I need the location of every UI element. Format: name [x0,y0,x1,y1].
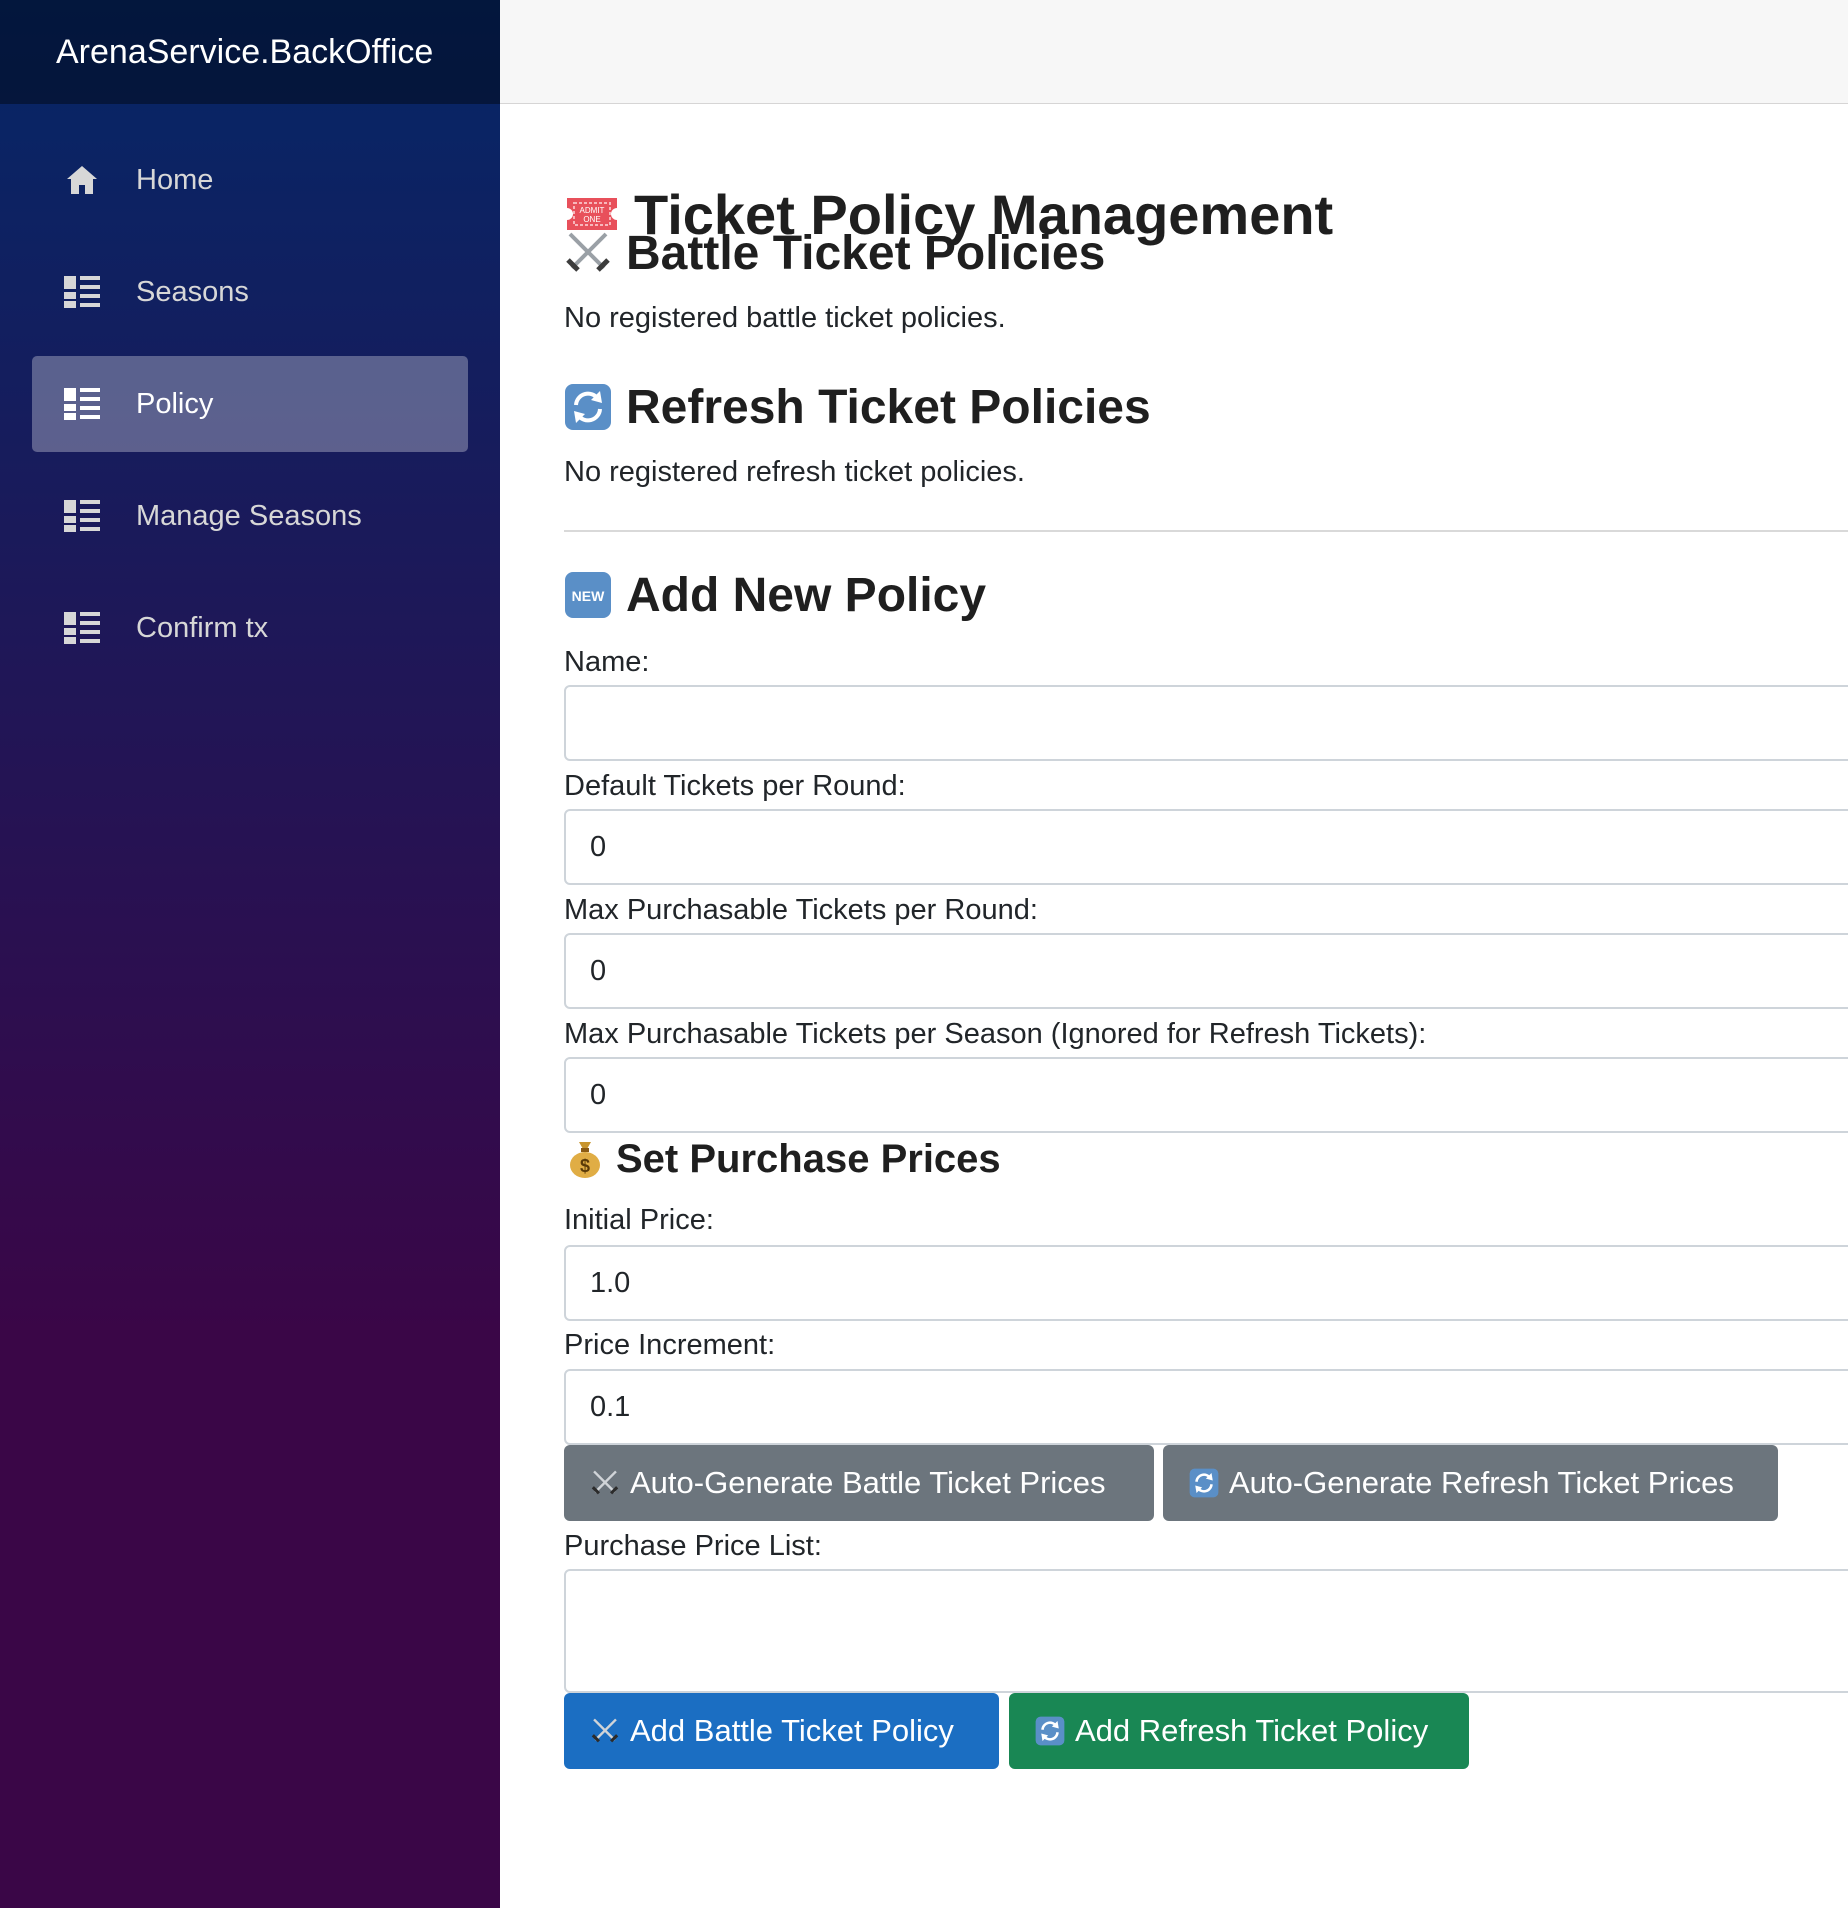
brand-bar: ArenaService.BackOffice [0,0,500,104]
name-label: Name: [564,646,650,678]
sidebar-item-label: Policy [136,387,214,420]
add-policy-heading: NEW Add New Policy [564,566,986,624]
sidebar-item-policy[interactable]: Policy [32,356,468,452]
refresh-icon [564,383,612,431]
initial-price-label: Initial Price: [564,1204,714,1236]
crossed-swords-icon [564,230,612,276]
default-tickets-input[interactable]: 0 [564,809,1848,885]
top-row [500,0,1848,104]
max-season-label: Max Purchasable Tickets per Season (Igno… [564,1018,1427,1050]
list-icon [64,610,100,646]
sidebar: ArenaService.BackOffice Home Seasons Pol… [0,0,500,1908]
initial-price-input[interactable]: 1.0 [564,1245,1848,1321]
battle-policies-heading: Battle Ticket Policies [564,224,1105,282]
auto-generate-battle-button[interactable]: Auto-Generate Battle Ticket Prices [564,1445,1154,1521]
divider [564,530,1848,532]
sidebar-item-label: Home [136,163,214,196]
money-bag-icon: $ [568,1139,602,1179]
svg-text:$: $ [580,1156,590,1176]
sidebar-item-label: Confirm tx [136,611,269,644]
home-icon [64,162,100,198]
default-tickets-label: Default Tickets per Round: [564,770,906,802]
price-increment-input[interactable]: 0.1 [564,1369,1848,1445]
sidebar-item-label: Manage Seasons [136,499,362,532]
svg-text:ADMIT: ADMIT [580,206,605,215]
new-badge-icon: NEW [564,571,612,619]
refresh-icon [1189,1468,1219,1498]
svg-text:NEW: NEW [572,588,605,604]
refresh-icon [1035,1716,1065,1746]
add-refresh-policy-button[interactable]: Add Refresh Ticket Policy [1009,1693,1469,1769]
sidebar-item-seasons[interactable]: Seasons [32,244,468,340]
nav-menu: Home Seasons Policy Manage Seasons Confi… [0,104,500,676]
max-season-input[interactable]: 0 [564,1057,1848,1133]
refresh-policies-heading: Refresh Ticket Policies [564,378,1151,436]
crossed-swords-icon [590,1717,620,1745]
list-icon [64,386,100,422]
sidebar-item-manage-seasons[interactable]: Manage Seasons [32,468,468,564]
brand-link[interactable]: ArenaService.BackOffice [56,33,433,72]
refresh-empty-text: No registered refresh ticket policies. [564,456,1025,488]
price-list-textarea[interactable] [564,1569,1848,1693]
name-input[interactable] [564,685,1848,761]
sidebar-item-label: Seasons [136,275,249,308]
battle-empty-text: No registered battle ticket policies. [564,302,1006,334]
list-icon [64,498,100,534]
sidebar-item-home[interactable]: Home [32,132,468,228]
price-list-label: Purchase Price List: [564,1530,822,1562]
add-battle-policy-button[interactable]: Add Battle Ticket Policy [564,1693,999,1769]
sidebar-item-confirm-tx[interactable]: Confirm tx [32,580,468,676]
max-round-input[interactable]: 0 [564,933,1848,1009]
max-round-label: Max Purchasable Tickets per Round: [564,894,1038,926]
svg-text:ONE: ONE [583,215,600,224]
crossed-swords-icon [590,1469,620,1497]
auto-generate-refresh-button[interactable]: Auto-Generate Refresh Ticket Prices [1163,1445,1778,1521]
list-icon [64,274,100,310]
purchase-prices-heading: $ Set Purchase Prices [564,1134,1001,1184]
price-increment-label: Price Increment: [564,1329,776,1361]
